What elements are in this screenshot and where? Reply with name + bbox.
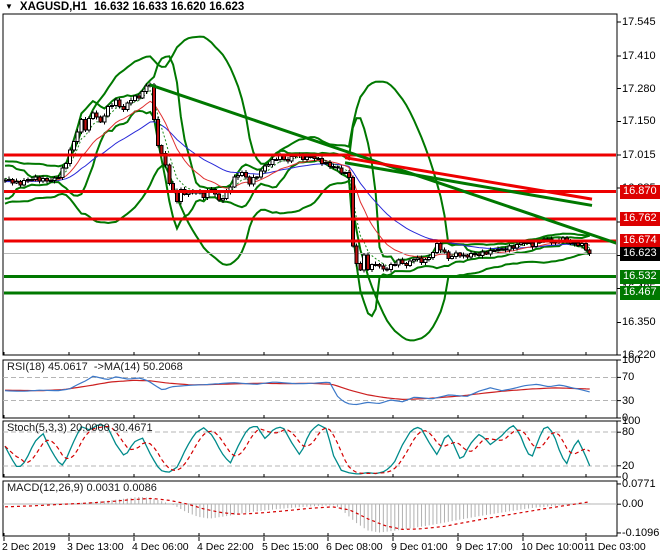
title-bar: ▼ XAGUSD,H1 16.632 16.633 16.620 16.623 (5, 1, 244, 13)
symbol-dropdown-icon[interactable]: ▼ (5, 2, 13, 11)
chart-window: ▼ XAGUSD,H1 16.632 16.633 16.620 16.623 … (0, 0, 660, 560)
chart-canvas[interactable] (0, 0, 660, 560)
ohlc-values: 16.632 16.633 16.620 16.623 (94, 1, 245, 13)
symbol-title: XAGUSD,H1 (19, 1, 88, 13)
